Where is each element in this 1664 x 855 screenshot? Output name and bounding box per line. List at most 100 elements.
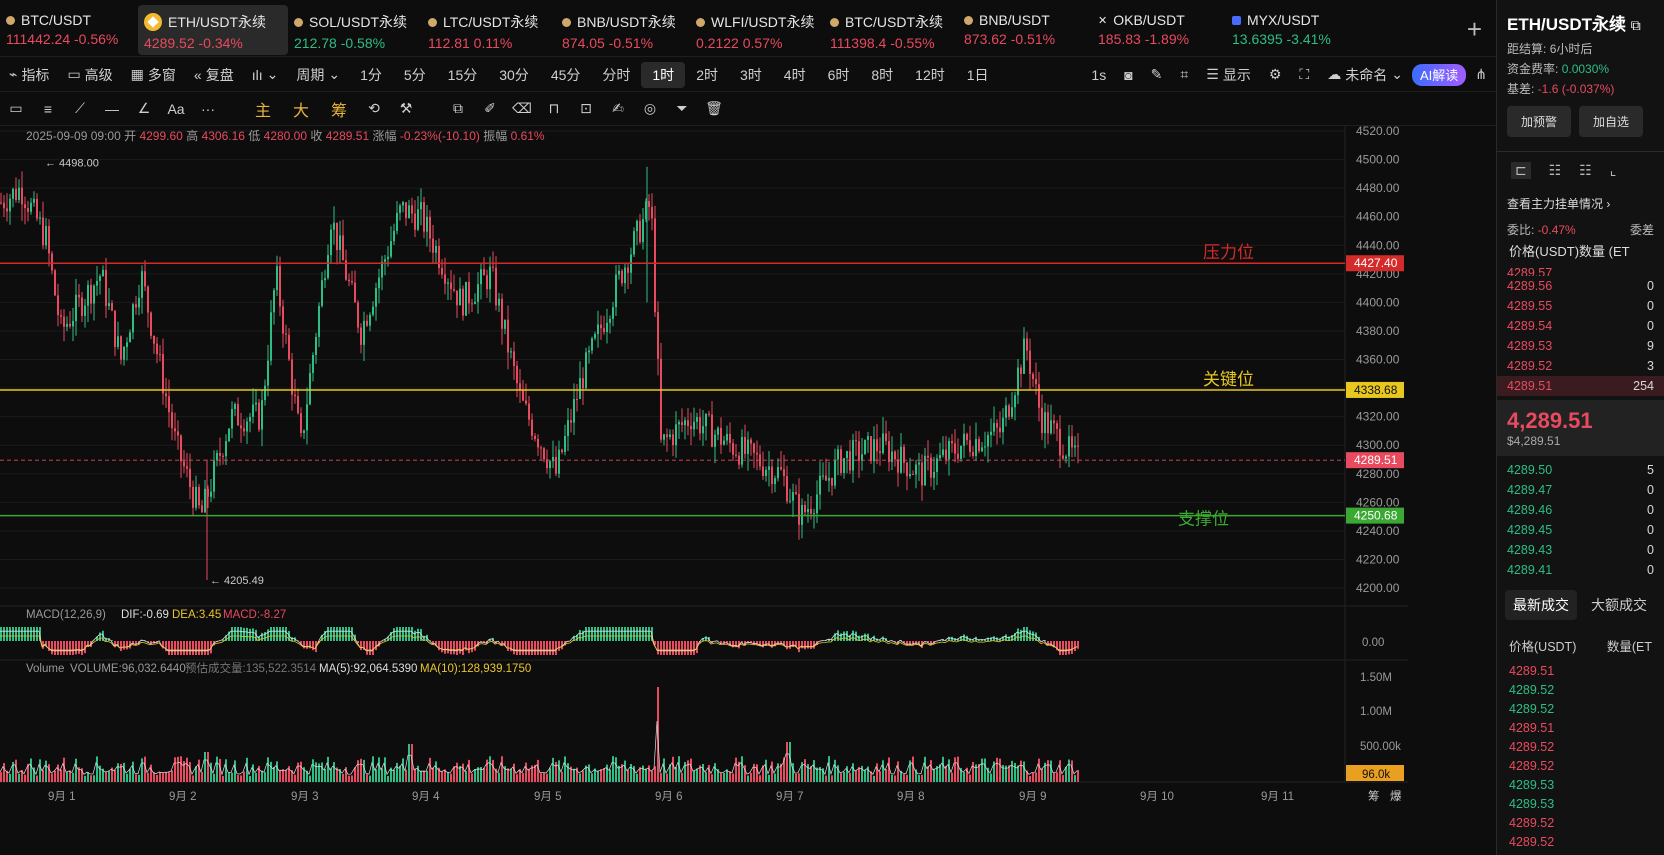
ticker-tab[interactable]: MYX/USDT 13.6395 -3.41% xyxy=(1226,5,1356,55)
asks-icon[interactable]: ☷ xyxy=(1579,162,1592,179)
eye-icon[interactable]: ◎ xyxy=(634,100,666,117)
timeframe-9[interactable]: 4时 xyxy=(773,62,817,88)
timeframe-12[interactable]: 12时 xyxy=(904,62,956,88)
ticker-symbol-row: LTC/USDT永续 xyxy=(428,12,550,32)
candle-body xyxy=(255,402,257,405)
share-icon[interactable]: ⋔ xyxy=(1466,62,1496,88)
add-watchlist-button[interactable]: 加自选 xyxy=(1579,106,1644,137)
volume-bar xyxy=(39,759,41,782)
timeframe-4[interactable]: 45分 xyxy=(540,62,592,88)
ticker-tab[interactable]: BNB/USDT 873.62 -0.51% xyxy=(958,5,1092,55)
candle-body xyxy=(210,491,212,497)
depth-link[interactable]: 查看主力挂单情况 › xyxy=(1497,189,1664,215)
macd-bar xyxy=(33,627,35,641)
main-indicator-button[interactable]: 主 xyxy=(244,97,282,121)
ticker-tab[interactable]: WLFI/USDT永续 0.2122 0.57% xyxy=(690,5,824,55)
timeframe-0[interactable]: 1分 xyxy=(349,62,393,88)
ticker-tab[interactable]: BTC/USDT 111442.24 -0.56% xyxy=(0,5,138,55)
more-icon[interactable]: ··· xyxy=(192,101,224,117)
timeframe-8[interactable]: 3时 xyxy=(729,62,773,88)
bids-icon[interactable]: ☷ xyxy=(1549,162,1562,179)
pen-icon[interactable]: ✎ xyxy=(1142,62,1172,88)
macd-bar xyxy=(852,630,854,641)
ticker-tab[interactable]: ETH/USDT永续 4289.52 -0.34% xyxy=(138,5,288,55)
trash-icon[interactable]: 🗑 xyxy=(698,100,730,117)
volume-bar xyxy=(660,773,662,782)
tab-big-trades[interactable]: 大额成交 xyxy=(1583,590,1655,620)
volume-bar xyxy=(447,772,449,782)
lock-icon[interactable]: ⊡ xyxy=(570,100,602,117)
text-icon[interactable]: Aa xyxy=(160,101,192,117)
ticker-tab[interactable]: BTC/USDT永续 111398.4 -0.55% xyxy=(824,5,958,55)
indicators-button[interactable]: ⌁ 指标 xyxy=(0,62,58,88)
ticker-symbol: OKB/USDT xyxy=(1113,12,1185,28)
hline-icon[interactable]: — xyxy=(96,101,128,117)
ticker-tab[interactable]: LTC/USDT永续 112.81 0.11% xyxy=(422,5,556,55)
magnet-icon[interactable]: ⊓ xyxy=(538,100,570,117)
ticker-tab[interactable]: BNB/USDT永续 874.05 -0.51% xyxy=(556,5,690,55)
candle-body xyxy=(876,439,878,452)
candle-body xyxy=(858,441,860,461)
candle-body xyxy=(756,452,758,455)
period-dropdown[interactable]: 周期 ⌄ xyxy=(287,62,349,88)
camera-icon[interactable]: ◙ xyxy=(1115,62,1141,88)
sync-icon[interactable]: ⟲ xyxy=(358,100,390,117)
macd-bar xyxy=(78,641,80,654)
candle-body xyxy=(372,306,374,315)
timeframe-11[interactable]: 8时 xyxy=(860,62,904,88)
timeframe-7[interactable]: 2时 xyxy=(685,62,729,88)
candle-body xyxy=(132,304,134,333)
timeframe-6[interactable]: 1时 xyxy=(641,61,686,88)
advanced-button[interactable]: ▭ 高级 xyxy=(58,62,121,88)
ticker-price-row: 4289.52 -0.34% xyxy=(144,35,282,51)
timeframe-2[interactable]: 15分 xyxy=(437,62,489,88)
timeframe-5[interactable]: 分时 xyxy=(591,62,641,88)
copy-icon[interactable]: ⧉ xyxy=(442,100,474,117)
ray-icon[interactable]: ∠ xyxy=(128,100,160,117)
macd-bar xyxy=(345,627,347,641)
cloud-layout-button[interactable]: ☁ 未命名 ⌄ xyxy=(1318,62,1412,88)
fold-icon[interactable]: ⌞ xyxy=(1610,162,1617,179)
ticker-change: -0.51% xyxy=(608,35,654,51)
edit-icon[interactable]: ✍ xyxy=(602,100,634,117)
multi-window-button[interactable]: ▦ 多窗 xyxy=(122,62,185,88)
settings-icon[interactable]: ⚙ xyxy=(1260,62,1291,88)
tool-icon[interactable]: ⚒ xyxy=(390,100,422,117)
chip-button[interactable]: 筹 xyxy=(320,97,358,121)
big-order-button[interactable]: 大 xyxy=(282,97,320,121)
volume-bar xyxy=(561,771,563,782)
rectangle-icon[interactable]: ▭ xyxy=(0,100,32,117)
crop-icon[interactable]: ⌗ xyxy=(1171,62,1197,88)
brush-icon[interactable]: ✐ xyxy=(474,100,506,117)
display-button[interactable]: ☰ 显示 xyxy=(1197,62,1260,88)
both-sides-icon[interactable]: ⊏ xyxy=(1511,162,1531,179)
timeframe-10[interactable]: 6时 xyxy=(817,62,861,88)
macd-bar xyxy=(516,641,518,655)
ticker-tab[interactable]: SOL/USDT永续 212.78 -0.58% xyxy=(288,5,422,55)
add-tab-icon[interactable]: + xyxy=(1467,14,1482,45)
timeframe-1[interactable]: 5分 xyxy=(393,62,437,88)
ticker-tab[interactable]: ✕ OKB/USDT 185.83 -1.89% xyxy=(1092,5,1226,55)
trade-row: 4289.52 xyxy=(1509,759,1555,773)
timeframe-13[interactable]: 1日 xyxy=(956,62,1000,88)
macd-bar xyxy=(687,641,689,655)
candle-body xyxy=(240,425,242,429)
price-chart[interactable]: 4200.00 4220.00 4240.00 4260.00 4280.00 4300.… xyxy=(0,126,1496,855)
copy-icon[interactable]: ⧉ xyxy=(1631,17,1641,33)
fullscreen-icon[interactable]: ⛶ xyxy=(1290,62,1318,88)
volume-bar xyxy=(408,744,410,782)
trend-icon[interactable]: ⟋ xyxy=(64,100,96,117)
ai-analysis-button[interactable]: AI解读 xyxy=(1411,63,1467,86)
add-alert-button[interactable]: 加预警 xyxy=(1507,106,1572,137)
chart-type-button[interactable]: ılı ⌄ xyxy=(243,62,288,88)
refresh-rate[interactable]: 1s xyxy=(1082,62,1115,88)
candle-body xyxy=(1023,338,1025,374)
tab-latest-trades[interactable]: 最新成交 xyxy=(1505,590,1577,620)
filter-icon[interactable]: ⏷ xyxy=(666,100,698,117)
replay-button[interactable]: «复盘 xyxy=(185,62,243,88)
timeframe-3[interactable]: 30分 xyxy=(488,62,540,88)
lines-icon[interactable]: ≡ xyxy=(32,101,64,117)
candle-body xyxy=(438,245,440,269)
volume-bar xyxy=(378,757,380,782)
eraser-icon[interactable]: ⌫ xyxy=(506,100,538,117)
